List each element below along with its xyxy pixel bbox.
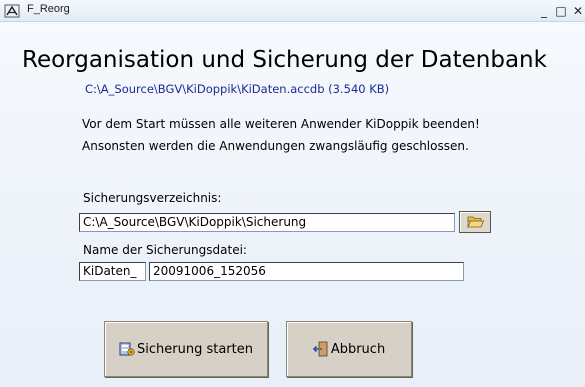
start-backup-button[interactable]: Sicherung starten (104, 321, 268, 377)
backup-file-prefix: KiDaten_ (79, 262, 146, 281)
warning-line-1: Vor dem Start müssen alle weiteren Anwen… (82, 117, 480, 131)
backup-directory-field[interactable]: C:\A_Source\BGV\KiDoppik\Sicherung (79, 213, 455, 232)
exit-door-icon (312, 341, 328, 357)
close-button[interactable]: ✕ (571, 4, 585, 18)
restore-button[interactable]: □ (554, 4, 568, 18)
page-title: Reorganisation und Sicherung der Datenba… (22, 47, 547, 73)
backup-file-label: Name der Sicherungsdatei: (83, 243, 247, 257)
form-body: Reorganisation und Sicherung der Datenba… (0, 22, 585, 387)
access-form-icon (4, 4, 20, 18)
backup-file-name-field[interactable]: 20091006_152056 (149, 262, 464, 281)
cancel-label: Abbruch (330, 341, 386, 357)
folder-open-icon (467, 216, 485, 228)
browse-folder-button[interactable] (459, 211, 491, 233)
backup-directory-label: Sicherungsverzeichnis: (83, 191, 222, 205)
window-title: F_Reorg (27, 3, 70, 15)
minimize-button[interactable]: _ (537, 4, 551, 18)
database-backup-icon (119, 342, 135, 356)
start-backup-label: Sicherung starten (137, 341, 253, 357)
warning-line-2: Ansonsten werden die Anwendungen zwangsl… (82, 139, 469, 153)
cancel-button[interactable]: Abbruch (286, 321, 412, 377)
database-path: C:\A_Source\BGV\KiDoppik\KiDaten.accdb (… (85, 82, 390, 96)
title-bar: F_Reorg _ □ ✕ (0, 0, 585, 22)
